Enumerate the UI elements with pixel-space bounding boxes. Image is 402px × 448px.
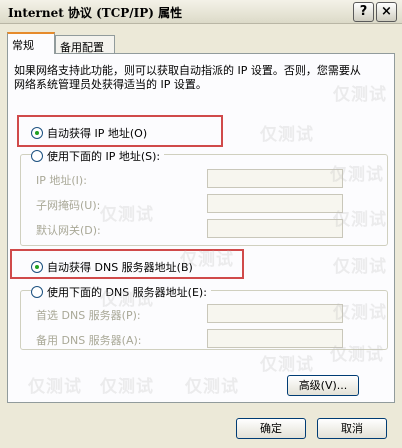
cancel-button[interactable]: 取消 [317, 418, 387, 439]
ip-address-label: IP 地址(I): [36, 174, 87, 187]
watermark: 仅测试 [180, 250, 234, 270]
watermark: 仅测试 [330, 345, 384, 365]
preferred-dns-field[interactable] [207, 304, 343, 323]
radio-unselected-icon [31, 286, 43, 298]
watermark: 仅测试 [333, 303, 387, 323]
help-button[interactable]: ? [353, 2, 374, 22]
watermark: 仅测试 [100, 377, 154, 397]
alternate-dns-field[interactable] [207, 329, 343, 348]
tab-label: 常规 [12, 39, 34, 52]
watermark: 仅测试 [333, 257, 387, 277]
default-gateway-field[interactable] [207, 219, 343, 238]
dns-auto-label: 自动获得 DNS 服务器地址(B) [47, 261, 193, 274]
title-bar: Internet 协议 (TCP/IP) 属性 ? × [0, 0, 402, 24]
ip-auto-label: 自动获得 IP 地址(O) [47, 127, 148, 140]
ip-address-field[interactable] [207, 169, 343, 188]
watermark: 仅测试 [333, 210, 387, 230]
description-text: 如果网络支持此功能，则可以获取自动指派的 IP 设置。否则，您需要从网络系统管理… [14, 64, 361, 91]
watermark: 仅测试 [260, 125, 314, 145]
watermark: 仅测试 [28, 377, 82, 397]
alternate-dns-label: 备用 DNS 服务器(A): [36, 334, 142, 347]
watermark: 仅测试 [100, 290, 154, 310]
ip-manual-label: 使用下面的 IP 地址(S): [47, 150, 161, 163]
watermark: 仅测试 [260, 355, 314, 375]
window-title: Internet 协议 (TCP/IP) 属性 [8, 6, 183, 20]
tab-alternate-config[interactable]: 备用配置 [55, 35, 115, 55]
watermark: 仅测试 [330, 165, 384, 185]
ip-auto-radio[interactable]: 自动获得 IP 地址(O) [31, 125, 147, 141]
advanced-button[interactable]: 高级(V)... [287, 375, 359, 396]
ok-button[interactable]: 确定 [236, 418, 306, 439]
radio-selected-icon [31, 127, 43, 139]
watermark: 仅测试 [100, 205, 154, 225]
subnet-mask-label: 子网掩码(U): [36, 199, 101, 212]
ip-manual-radio[interactable]: 使用下面的 IP 地址(S): [31, 148, 165, 164]
watermark: 仅测试 [185, 377, 239, 397]
default-gateway-label: 默认网关(D): [36, 224, 101, 237]
dns-auto-radio[interactable]: 自动获得 DNS 服务器地址(B) [31, 259, 193, 275]
tab-general[interactable]: 常规 [7, 32, 55, 54]
radio-selected-icon [31, 261, 43, 273]
watermark: 仅测试 [333, 85, 387, 105]
subnet-mask-field[interactable] [207, 194, 343, 213]
radio-unselected-icon [31, 150, 43, 162]
close-button[interactable]: × [376, 2, 397, 22]
